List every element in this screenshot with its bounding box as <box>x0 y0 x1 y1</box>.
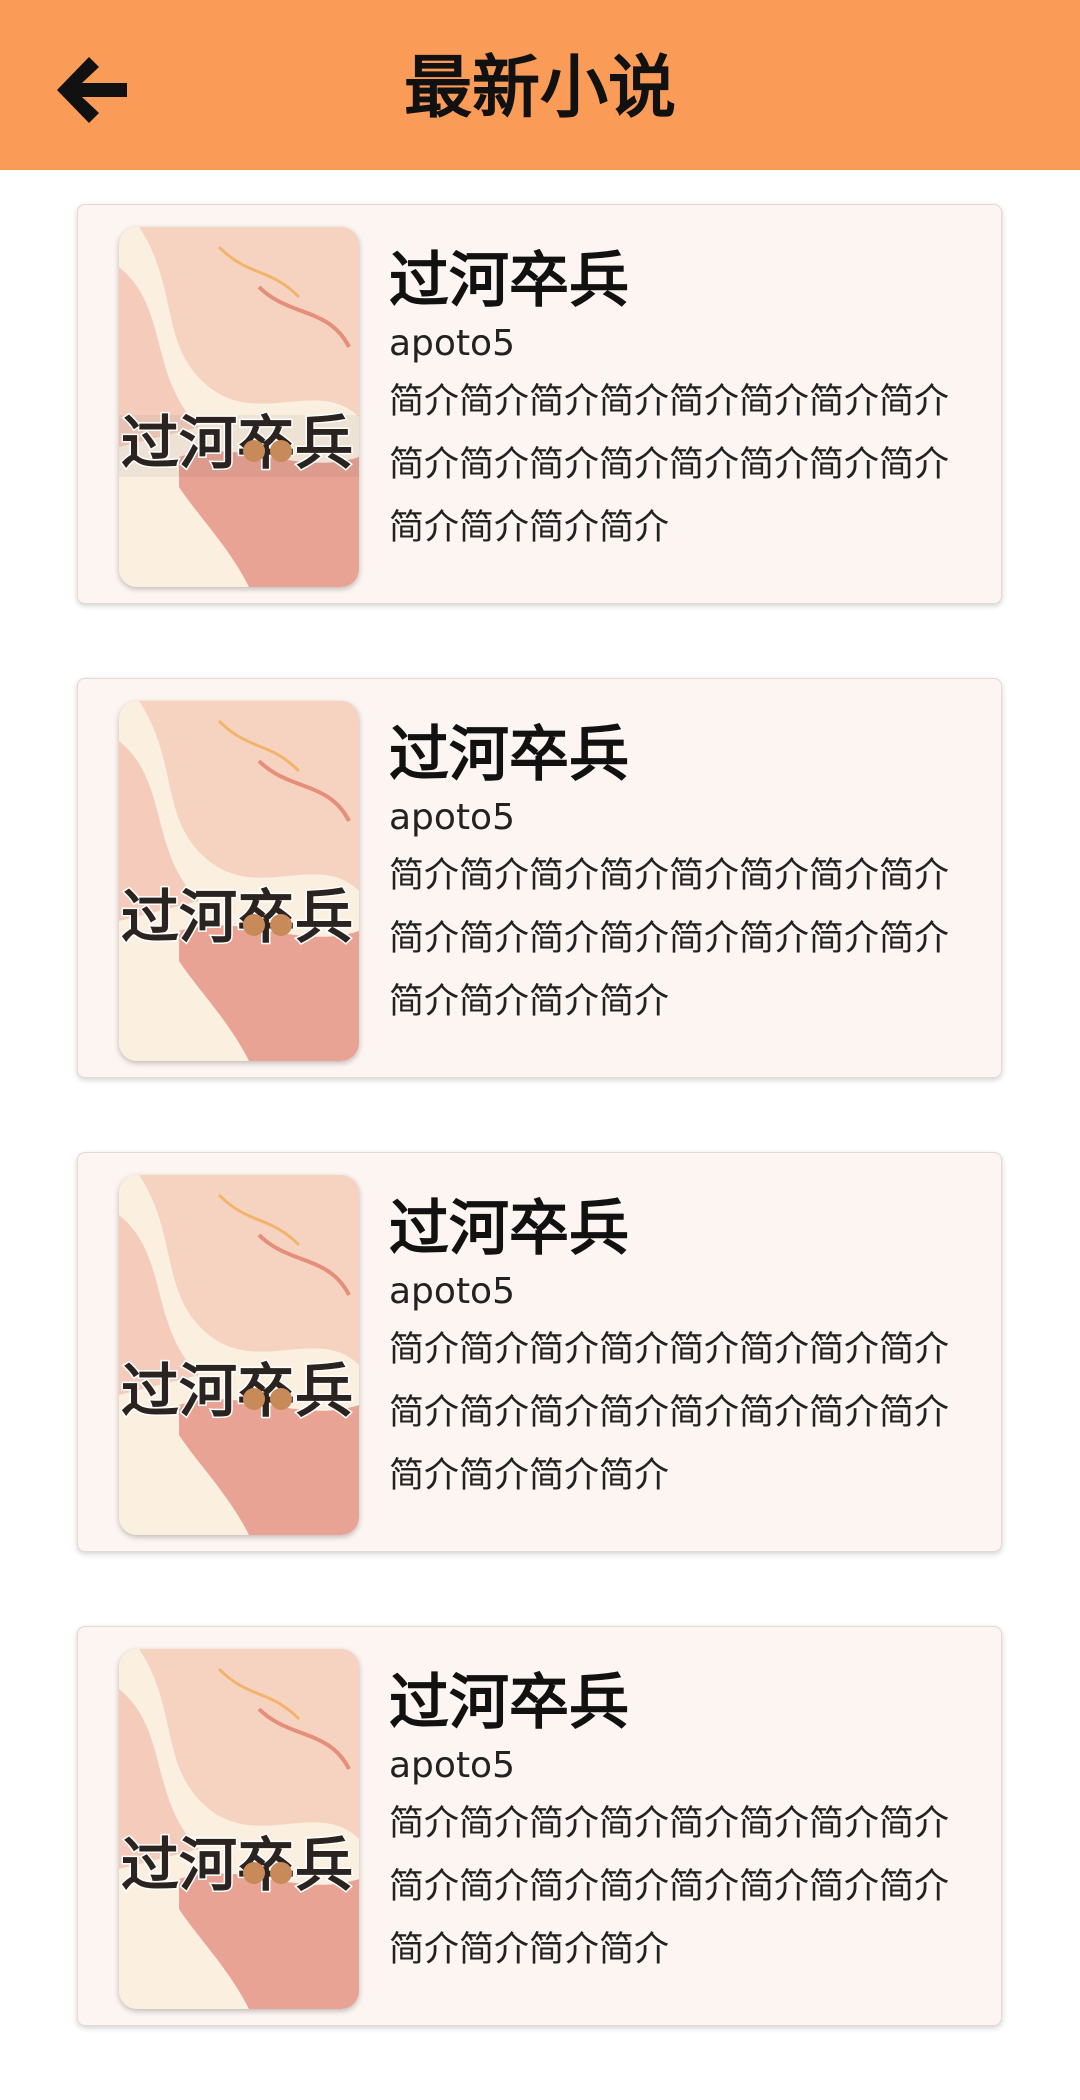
novel-card[interactable]: 过河卒兵 过河卒兵 apoto5 简介简介简介简介简介简介简介简介简介简介简介简… <box>77 204 1002 604</box>
book-cover: 过河卒兵 <box>119 701 359 1061</box>
book-intro: 简介简介简介简介简介简介简介简介简介简介简介简介简介简介简介简介简介简介简介简介 <box>389 1804 950 1970</box>
book-author: apoto5 <box>389 323 515 364</box>
app-header: 最新小说 <box>0 0 1080 170</box>
book-cover: 过河卒兵 <box>119 1175 359 1535</box>
book-author: apoto5 <box>389 797 515 838</box>
book-author: apoto5 <box>389 1271 515 1312</box>
book-title: 过河卒兵 <box>389 1668 629 1738</box>
cover-title-text: 过河卒兵 <box>121 883 353 951</box>
book-title: 过河卒兵 <box>389 1194 629 1264</box>
cover-title-text: 过河卒兵 <box>121 1357 353 1425</box>
novel-card[interactable]: 过河卒兵 过河卒兵 apoto5 简介简介简介简介简介简介简介简介简介简介简介简… <box>77 1626 1002 2026</box>
book-title: 过河卒兵 <box>389 720 629 790</box>
book-intro: 简介简介简介简介简介简介简介简介简介简介简介简介简介简介简介简介简介简介简介简介 <box>389 382 950 548</box>
cover-title-text: 过河卒兵 <box>121 409 353 477</box>
book-intro: 简介简介简介简介简介简介简介简介简介简介简介简介简介简介简介简介简介简介简介简介 <box>389 1330 950 1496</box>
page-title: 最新小说 <box>403 49 676 128</box>
novel-list: 过河卒兵 过河卒兵 apoto5 简介简介简介简介简介简介简介简介简介简介简介简… <box>77 204 1002 2100</box>
book-cover: 过河卒兵 <box>119 1649 359 2009</box>
book-cover: 过河卒兵 <box>119 227 359 587</box>
book-title: 过河卒兵 <box>389 246 629 316</box>
novel-card[interactable]: 过河卒兵 过河卒兵 apoto5 简介简介简介简介简介简介简介简介简介简介简介简… <box>77 1152 1002 1552</box>
book-intro: 简介简介简介简介简介简介简介简介简介简介简介简介简介简介简介简介简介简介简介简介 <box>389 856 950 1022</box>
book-author: apoto5 <box>389 1745 515 1786</box>
cover-title-text: 过河卒兵 <box>121 1831 353 1899</box>
novel-card[interactable]: 过河卒兵 过河卒兵 apoto5 简介简介简介简介简介简介简介简介简介简介简介简… <box>77 678 1002 1078</box>
